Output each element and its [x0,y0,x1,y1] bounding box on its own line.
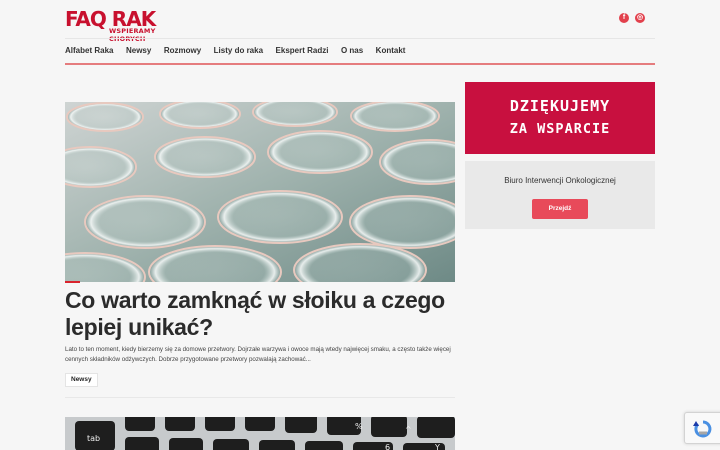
site-logo[interactable]: FAQ RAK WSPIERAMY CHORYCH [65,8,175,43]
instagram-icon[interactable]: ◎ [635,13,645,23]
svg-text:tab: tab [87,434,100,443]
social-links: f ◎ [619,13,645,23]
nav-item-o-nas[interactable]: O nas [341,45,363,56]
nav-item-kontakt[interactable]: Kontakt [376,45,406,56]
oncology-office-widget: Biuro Interwencji Onkologicznej Przejdź [465,161,655,229]
second-post-image[interactable]: tab % ^ 6 Y [65,417,455,450]
recaptcha-icon [693,420,712,438]
nav-item-alfabet-raka[interactable]: Alfabet Raka [65,45,113,56]
nav-item-ekspert-radzi[interactable]: Ekspert Radzi [276,45,329,56]
thanks-support-banner[interactable]: DZIĘKUJEMY ZA WSPARCIE [465,82,655,154]
nav-item-newsy[interactable]: Newsy [126,45,151,56]
go-button[interactable]: Przejdź [532,199,588,219]
svg-text:%: % [355,422,363,431]
recaptcha-badge[interactable] [684,412,720,444]
post-excerpt: Lato to ten moment, kiedy bierzemy się z… [65,346,451,363]
post-divider [65,397,455,398]
post-title[interactable]: Co warto zamknąć w słoiku a czego lepiej… [65,287,455,341]
nav-item-rozmowy[interactable]: Rozmowy [164,45,201,56]
main-nav: Alfabet Raka Newsy Rozmowy Listy do raka… [65,45,418,56]
facebook-icon[interactable]: f [619,13,629,23]
svg-text:Y: Y [434,443,440,450]
banner-line-1: DZIĘKUJEMY [509,97,611,115]
nav-underline [65,63,655,65]
post-featured-image[interactable] [65,102,455,282]
widget-title: Biuro Interwencji Onkologicznej [504,176,616,185]
post-accent-bar [65,281,80,283]
logo-tagline: WSPIERAMY CHORYCH [109,27,156,43]
post-category-tag[interactable]: Newsy [65,373,98,387]
nav-item-listy-do-raka[interactable]: Listy do raka [214,45,263,56]
svg-text:^: ^ [405,425,412,434]
site-header: FAQ RAK WSPIERAMY CHORYCH f ◎ Alfabet Ra… [65,0,655,66]
banner-line-2: ZA WSPARCIE [509,121,611,137]
svg-text:6: 6 [385,443,390,450]
header-divider [65,38,655,39]
